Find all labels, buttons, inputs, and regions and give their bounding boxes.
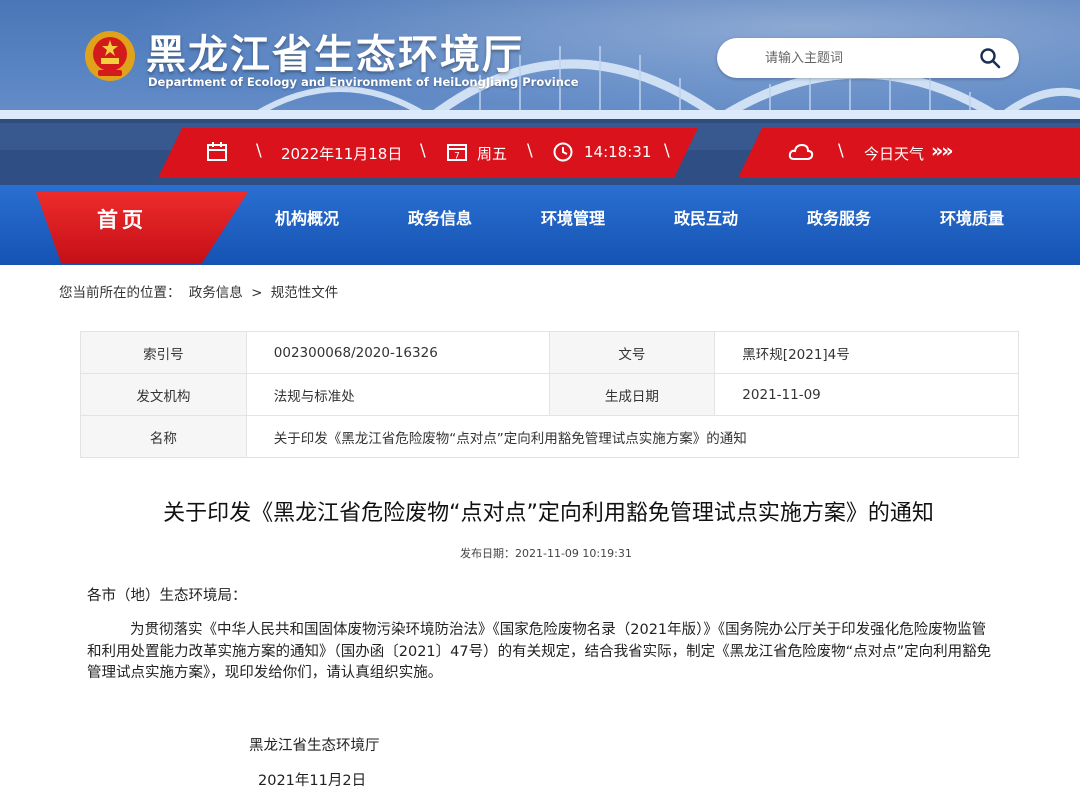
meta-issuer-value: 法规与标准处 (245, 373, 550, 416)
breadcrumb-link-normative-docs[interactable]: 规范性文件 (271, 285, 339, 301)
separator: \ (838, 141, 844, 161)
site-title: 黑龙江省生态环境厅 (146, 31, 524, 78)
breadcrumb-prefix: 您当前所在的位置： (59, 285, 181, 301)
breadcrumb: 您当前所在的位置： 政务信息 > 规范性文件 (59, 281, 342, 301)
nav-item-org-overview[interactable]: 机构概况 (275, 205, 339, 229)
table-row: 名称 关于印发《黑龙江省危险废物“点对点”定向利用豁免管理试点实施方案》的通知 (80, 415, 1020, 458)
meta-index-label: 索引号 (80, 331, 247, 374)
separator: \ (664, 141, 670, 161)
search-box (717, 38, 1019, 78)
meta-doc-no-label: 文号 (548, 331, 716, 374)
separator: \ (256, 141, 262, 161)
publish-date: 发布日期：2021-11-09 10:19:31 (460, 547, 632, 560)
current-weekday: 周五 (477, 145, 508, 163)
weekday-calendar-icon: 7 (447, 144, 467, 162)
nav-item-gov-info[interactable]: 政务信息 (408, 205, 472, 229)
nav-item-env-quality[interactable]: 环境质量 (940, 205, 1004, 229)
article-body: 为贯彻落实《中华人民共和国固体废物污染环境防治法》《国家危险废物名录（2021年… (87, 622, 992, 681)
cloud-icon (788, 143, 814, 160)
article-title: 关于印发《黑龙江省危险废物“点对点”定向利用豁免管理试点实施方案》的通知 (163, 501, 934, 526)
current-date: 2022年11月18日 (281, 145, 403, 163)
breadcrumb-link-gov-info[interactable]: 政务信息 (189, 285, 243, 301)
meta-date-value: 2021-11-09 (714, 373, 1019, 416)
site-subtitle: Department of Ecology and Environment of… (148, 75, 579, 89)
clock-icon (553, 142, 573, 162)
search-icon[interactable] (979, 47, 1001, 69)
table-row: 索引号 002300068/2020-16326 文号 黑环规[2021]4号 (80, 331, 1019, 374)
breadcrumb-separator: > (251, 285, 263, 301)
meta-name-label: 名称 (80, 415, 247, 458)
article-sign-date: 2021年11月2日 (258, 773, 367, 789)
current-time: 14:18:31 (584, 143, 652, 161)
table-row: 发文机构 法规与标准处 生成日期 2021-11-09 (80, 373, 1019, 416)
article-signature: 黑龙江省生态环境厅 (249, 738, 380, 754)
document-meta-table: 索引号 002300068/2020-16326 文号 黑环规[2021]4号 … (80, 331, 1020, 458)
svg-text:7: 7 (454, 152, 460, 162)
separator: \ (527, 141, 533, 161)
nav-item-env-management[interactable]: 环境管理 (541, 205, 605, 229)
search-input[interactable] (765, 48, 965, 68)
meta-issuer-label: 发文机构 (80, 373, 247, 416)
meta-name-value: 关于印发《黑龙江省危险废物“点对点”定向利用豁免管理试点实施方案》的通知 (245, 415, 1020, 458)
meta-doc-no-value: 黑环规[2021]4号 (714, 331, 1019, 374)
meta-date-label: 生成日期 (548, 373, 716, 416)
separator: \ (420, 141, 426, 161)
calendar-icon (207, 142, 227, 161)
nav-item-public-interaction[interactable]: 政民互动 (674, 205, 738, 229)
nav-item-gov-services[interactable]: 政务服务 (807, 205, 871, 229)
meta-index-value: 002300068/2020-16326 (245, 331, 550, 374)
weather-link[interactable]: 今日天气 (864, 143, 924, 164)
nav-home-label[interactable]: 首页 (97, 204, 147, 234)
double-chevron-right-icon[interactable]: »» (931, 140, 954, 162)
national-emblem-icon (85, 31, 135, 81)
article-salutation: 各市（地）生态环境局： (87, 588, 247, 604)
